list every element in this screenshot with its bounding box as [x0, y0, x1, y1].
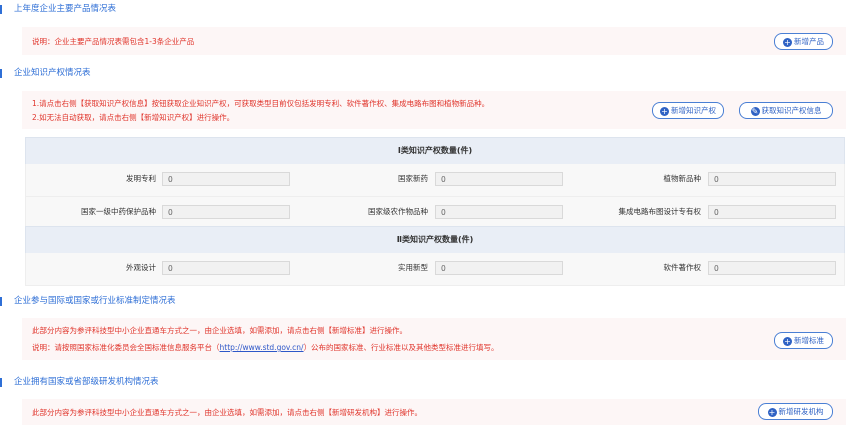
software-copyright-input[interactable]: 0: [708, 261, 836, 275]
section-marker: [0, 297, 2, 306]
section-marker: [0, 69, 2, 78]
standards-note-line1: 此部分内容为参评科技型中小企业直通车方式之一，由企业选填，如需添加，请点击右侧【…: [32, 326, 407, 335]
field-label: 国家新药: [398, 174, 428, 183]
plus-circle-icon: +: [767, 408, 777, 417]
field-label: 外观设计: [126, 263, 156, 272]
std-platform-link[interactable]: http://www.std.gov.cn/: [220, 343, 304, 352]
field-label: 国家级农作物品种: [368, 207, 428, 216]
crop-variety-input[interactable]: 0: [435, 205, 563, 219]
products-note: 说明：企业主要产品情况表需包含1-3条企业产品: [32, 37, 195, 46]
field-label: 发明专利: [126, 174, 156, 183]
plant-variety-input[interactable]: 0: [708, 172, 836, 186]
fetch-ip-button[interactable]: ✎ 获取知识产权信息: [739, 102, 833, 119]
invention-patent-input[interactable]: 0: [162, 172, 290, 186]
section-marker: [0, 378, 2, 387]
class1-header: Ⅰ类知识产权数量(件): [25, 137, 845, 165]
ic-layout-input[interactable]: 0: [708, 205, 836, 219]
field-label: 植物新品种: [663, 174, 702, 183]
plus-circle-icon: +: [783, 337, 792, 346]
rnd-note: 此部分内容为参评科技型中小企业直通车方式之一，由企业选填，如需添加，请点击右侧【…: [32, 408, 422, 417]
plus-circle-icon: +: [783, 38, 792, 47]
national-new-drug-input[interactable]: 0: [435, 172, 563, 186]
standards-note-box: 此部分内容为参评科技型中小企业直通车方式之一，由企业选填，如需添加，请点击右侧【…: [22, 318, 846, 360]
products-note-box: 说明：企业主要产品情况表需包含1-3条企业产品 + 新增产品: [22, 27, 846, 55]
standards-note-line2: 说明：请按照国家标准化委员会全国标准信息服务平台（http://www.std.…: [32, 343, 499, 352]
ip-note-line2: 2.如无法自动获取，请点击右侧【新增知识产权】进行操作。: [32, 113, 235, 122]
rnd-note-box: 此部分内容为参评科技型中小企业直通车方式之一，由企业选填，如需添加，请点击右侧【…: [22, 399, 846, 425]
field-label: 国家一级中药保护品种: [81, 207, 156, 216]
class2-header: Ⅱ类知识产权数量(件): [25, 226, 845, 254]
ip-note-box: 1.请点击右侧【获取知识产权信息】按钮获取企业知识产权，可获取类型目前仅包括发明…: [22, 91, 846, 129]
edit-pencil-icon: ✎: [750, 107, 760, 116]
tcm-protection-input[interactable]: 0: [162, 205, 290, 219]
add-rnd-institution-button[interactable]: + 新增研发机构: [758, 403, 833, 420]
field-label: 集成电路布图设计专有权: [618, 207, 702, 216]
utility-model-input[interactable]: 0: [435, 261, 563, 275]
add-ip-button[interactable]: + 新增知识产权: [652, 102, 724, 119]
field-label: 实用新型: [398, 263, 428, 272]
add-standard-button[interactable]: + 新增标准: [774, 332, 833, 349]
field-label: 软件著作权: [663, 263, 702, 272]
add-product-button[interactable]: + 新增产品: [774, 33, 833, 50]
plus-circle-icon: +: [660, 107, 669, 116]
class1-row-1: 发明专利 0 国家新药 0 植物新品种 0: [25, 164, 845, 197]
class2-row-1: 外观设计 0 实用新型 0 软件著作权 0: [25, 253, 845, 286]
section-marker: [0, 5, 2, 14]
ip-note-line1: 1.请点击右侧【获取知识产权信息】按钮获取企业知识产权，可获取类型目前仅包括发明…: [32, 99, 490, 108]
design-patent-input[interactable]: 0: [162, 261, 290, 275]
